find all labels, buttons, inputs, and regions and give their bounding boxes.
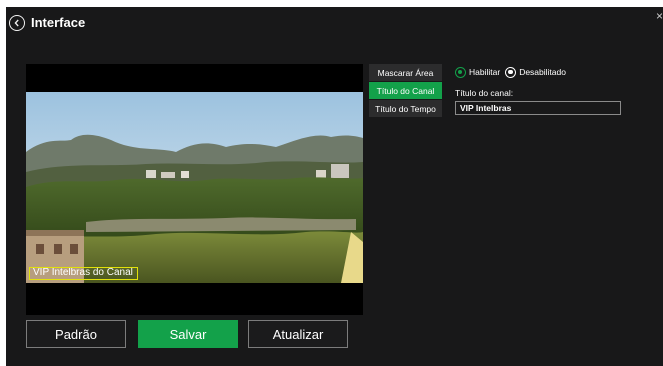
refresh-button[interactable]: Atualizar: [248, 320, 348, 348]
menu-item-time-title[interactable]: Título do Tempo: [369, 100, 442, 117]
enable-radio[interactable]: Habilitar: [455, 66, 501, 78]
page-title: Interface: [31, 15, 86, 30]
disable-radio[interactable]: Desabilitado: [505, 66, 566, 78]
video-preview: VIP Intelbras do Canal: [26, 64, 363, 315]
channel-title-input[interactable]: [455, 101, 621, 115]
disable-label: Desabilitado: [519, 67, 566, 77]
enable-label: Habilitar: [469, 67, 501, 77]
channel-title-settings: Habilitar Desabilitado Título do canal:: [455, 65, 625, 116]
menu-item-channel-title[interactable]: Título do Canal: [369, 82, 442, 99]
header: Interface ×: [6, 7, 663, 37]
enable-radio-group: Habilitar Desabilitado: [455, 65, 625, 79]
save-button[interactable]: Salvar: [138, 320, 238, 348]
radio-selected-icon: [455, 66, 466, 78]
overlay-menu: Mascarar Área Título do Canal Título do …: [369, 64, 442, 118]
radio-icon: [505, 66, 517, 78]
chevron-left-icon: [14, 19, 19, 27]
close-icon[interactable]: ×: [656, 10, 663, 22]
menu-item-privacy-mask[interactable]: Mascarar Área: [369, 64, 442, 81]
channel-title-overlay[interactable]: VIP Intelbras do Canal: [29, 267, 138, 280]
default-button[interactable]: Padrão: [26, 320, 126, 348]
interface-page: Interface × VIP Intelbras do Canal Padrã…: [6, 7, 663, 366]
camera-preview-image: [26, 92, 363, 283]
channel-title-label: Título do canal:: [455, 88, 514, 98]
back-button[interactable]: [9, 15, 25, 31]
